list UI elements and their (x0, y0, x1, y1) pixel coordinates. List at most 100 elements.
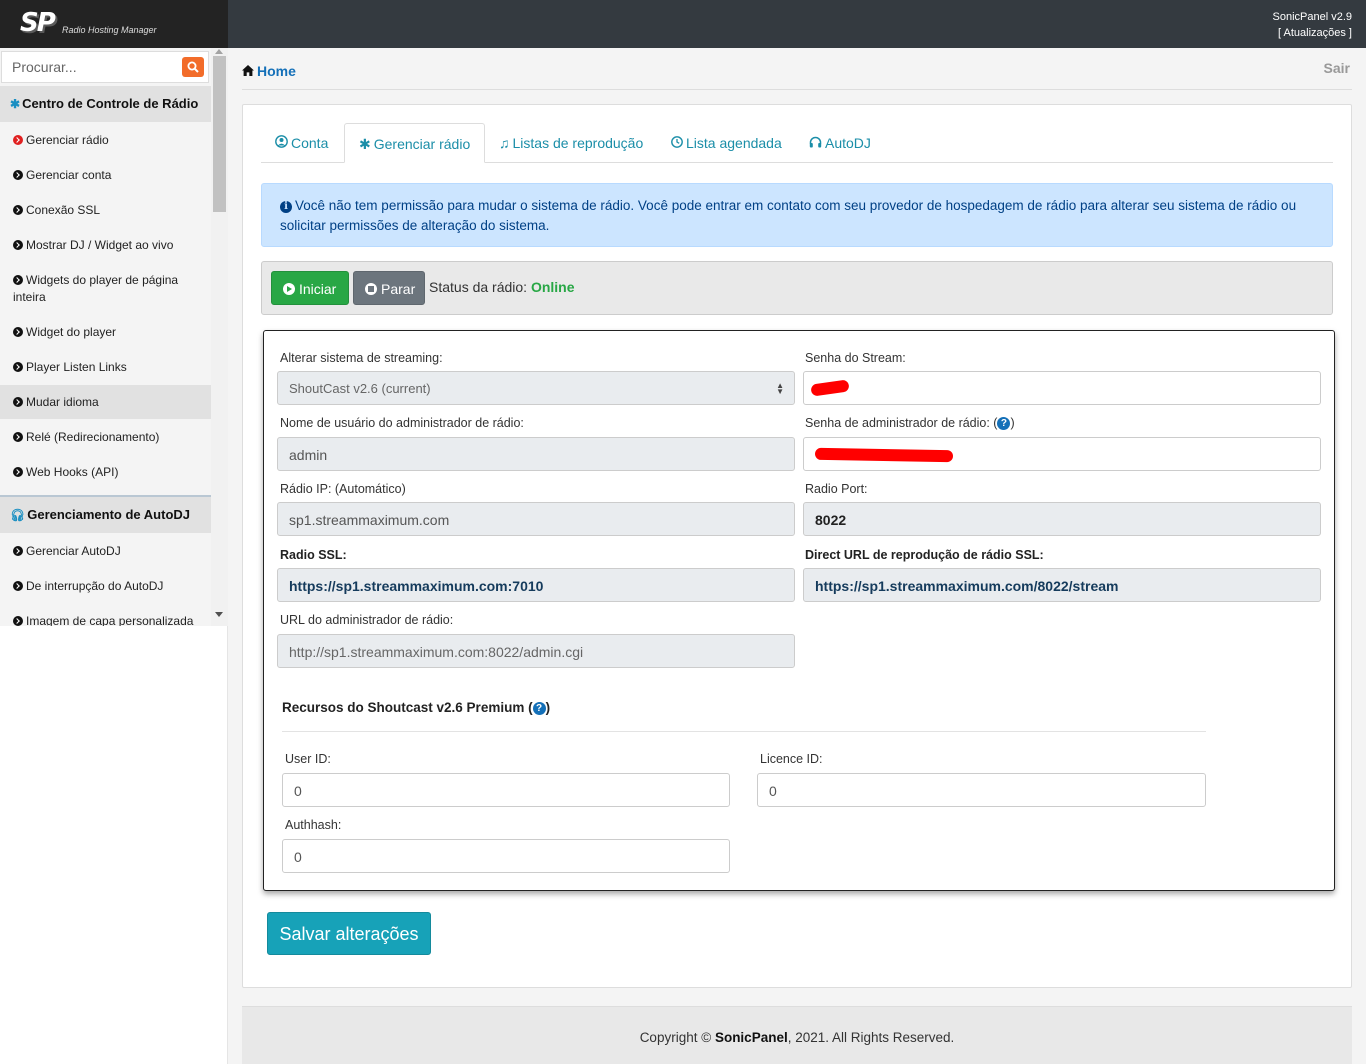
scroll-down-icon[interactable] (215, 612, 223, 617)
chevron-right-circle-icon (13, 397, 23, 407)
sidebar-item-fullpage-widgets[interactable]: Widgets do player de página inteira (0, 272, 200, 306)
sidebar-item-manage-account[interactable]: Gerenciar conta (0, 167, 211, 184)
licence-id-label: Licence ID: (760, 752, 823, 766)
radio-port-label: Radio Port: (805, 482, 868, 496)
admin-username-label: Nome de usuário do administrador de rádi… (280, 416, 524, 430)
streaming-system-select[interactable]: ShoutCast v2.6 (current) ▲ ▼ (277, 371, 795, 405)
licence-id-input[interactable]: 0 (757, 773, 1206, 807)
admin-password-field[interactable] (803, 437, 1321, 471)
radio-ip-field[interactable]: sp1.streammaximum.com (277, 502, 795, 536)
sidebar-item-label: Mudar idioma (26, 395, 99, 409)
admin-password-label: Senha de administrador de rádio: (?) (805, 416, 1015, 431)
sidebar-item-relay[interactable]: Relé (Redirecionamento) (0, 429, 211, 446)
tab-playlists[interactable]: ♫ Listas de reprodução (499, 123, 643, 163)
chevron-right-circle-icon (13, 275, 23, 285)
streaming-system-value: ShoutCast v2.6 (current) (289, 381, 431, 396)
breadcrumb: Home (242, 63, 296, 79)
chevron-right-circle-icon (13, 546, 23, 556)
user-id-input[interactable]: 0 (282, 773, 730, 807)
stop-button[interactable]: Parar (353, 271, 425, 305)
sidebar-section-autodj[interactable]: 🎧︎ Gerenciamento de AutoDJ (0, 497, 211, 533)
sidebar-item-listen-links[interactable]: Player Listen Links (0, 359, 211, 376)
sidebar-item-label: Conexão SSL (26, 203, 101, 217)
streaming-system-label: Alterar sistema de streaming: (280, 351, 443, 365)
search-box (1, 51, 209, 83)
chevron-right-circle-icon (13, 327, 23, 337)
search-input[interactable] (2, 52, 178, 82)
premium-section-title: Recursos do Shoutcast v2.6 Premium (?) (282, 700, 550, 716)
sidebar-item-manage-autodj[interactable]: Gerenciar AutoDJ (0, 543, 211, 560)
scroll-up-icon[interactable] (215, 49, 223, 54)
radio-ssl-value: https://sp1.streammaximum.com:7010 (289, 578, 544, 594)
sidebar-item-ssl[interactable]: Conexão SSL (0, 202, 211, 219)
sidebar-item-autodj-interrupt[interactable]: De interrupção do AutoDJ (0, 578, 211, 595)
admin-username-value: admin (289, 447, 328, 463)
sidebar-item-label: Imagem de capa personalizada (26, 614, 194, 626)
sidebar-item-label: Web Hooks (API) (26, 465, 119, 479)
admin-password-label-text: Senha de administrador de rádio: ( (805, 416, 998, 430)
radio-port-value: 8022 (815, 512, 847, 528)
sidebar-item-manage-radio[interactable]: Gerenciar rádio (0, 132, 211, 149)
chevron-right-circle-icon (13, 170, 23, 180)
user-circle-icon (275, 135, 288, 151)
chevron-right-circle-icon (13, 432, 23, 442)
tab-label: Gerenciar rádio (373, 136, 471, 152)
licence-id-value: 0 (769, 783, 777, 799)
tab-bar: Conta ✱ Gerenciar rádio ♫ Listas de reprod… (261, 123, 1333, 163)
tab-account[interactable]: Conta (275, 123, 328, 163)
updates-link[interactable]: [ Atualizações ] (1273, 25, 1352, 41)
admin-username-field[interactable]: admin (277, 437, 795, 471)
top-bar: SP Radio Hosting Manager SonicPanel v2.9… (0, 0, 1366, 48)
sidebar-scrollbar[interactable] (211, 48, 228, 626)
chevron-right-circle-icon (13, 240, 23, 250)
headphones-icon: 🎧︎ (10, 508, 26, 522)
sidebar-item-label: Relé (Redirecionamento) (26, 430, 160, 444)
permission-alert: i Você não tem permissão para mudar o sis… (261, 183, 1333, 247)
radio-port-field[interactable]: 8022 (803, 502, 1321, 536)
version-info: SonicPanel v2.9 [ Atualizações ] (1273, 9, 1353, 41)
tab-label: Conta (291, 135, 329, 151)
authhash-input[interactable]: 0 (282, 839, 730, 873)
radio-ssl-field[interactable]: https://sp1.streammaximum.com:7010 (277, 568, 795, 602)
chevron-right-circle-icon (13, 135, 23, 145)
manage-radio-card: Conta ✱ Gerenciar rádio ♫ Listas de reprod… (242, 104, 1352, 988)
sidebar-item-label: Gerenciar AutoDJ (26, 544, 121, 558)
start-button[interactable]: Iniciar (271, 271, 349, 305)
tab-label: Lista agendada (686, 135, 782, 151)
tab-autodj[interactable]: AutoDJ (809, 123, 871, 163)
sidebar-item-live-dj-widget[interactable]: Mostrar DJ / Widget ao vivo (0, 237, 211, 254)
authhash-value: 0 (294, 849, 302, 865)
footer-brand[interactable]: SonicPanel (715, 1030, 788, 1045)
sidebar-item-custom-cover[interactable]: Imagem de capa personalizada (0, 613, 211, 626)
chevron-right-circle-icon (13, 581, 23, 591)
chevron-right-circle-icon (13, 205, 23, 215)
search-button[interactable] (182, 57, 204, 77)
direct-url-label: Direct URL de reprodução de rádio SSL: (805, 548, 1044, 562)
tab-schedule[interactable]: Lista agendada (671, 123, 782, 163)
tab-manage-radio[interactable]: ✱ Gerenciar rádio (344, 123, 486, 163)
version-label: SonicPanel v2.9 (1272, 11, 1353, 23)
breadcrumb-home[interactable]: Home (257, 63, 296, 79)
sidebar-item-player-widget[interactable]: Widget do player (0, 324, 211, 341)
question-circle-icon[interactable]: ? (532, 702, 546, 715)
select-arrows-icon: ▲ ▼ (776, 381, 784, 396)
chevron-right-circle-icon (13, 362, 23, 372)
scroll-thumb[interactable] (213, 56, 226, 212)
save-changes-button[interactable]: Salvar alterações (267, 912, 431, 955)
sidebar-section-radio-control[interactable]: ✱ Centro de Controle de Rádio (0, 86, 211, 122)
user-id-value: 0 (294, 783, 302, 799)
stop-label: Parar (381, 281, 416, 297)
status-label: Status da rádio: (429, 279, 528, 295)
stream-password-field[interactable] (803, 371, 1321, 405)
status-badge: Online (530, 279, 575, 295)
sidebar-menu: ✱Centro de Controle de Rádio Gerenciar r… (0, 48, 211, 626)
sidebar-item-label: Player Listen Links (26, 360, 127, 374)
admin-url-field[interactable]: http://sp1.streammaximum.com:8022/admin.… (277, 634, 795, 668)
logo[interactable]: SP Radio Hosting Manager (0, 0, 228, 48)
question-circle-icon[interactable]: ? (997, 417, 1011, 430)
sidebar-item-web-hooks[interactable]: Web Hooks (API) (0, 464, 211, 481)
clock-icon (671, 135, 683, 151)
logout-link[interactable]: Sair (1324, 60, 1350, 76)
direct-url-field[interactable]: https://sp1.streammaximum.com/8022/strea… (803, 568, 1321, 602)
sidebar-item-change-language[interactable]: Mudar idioma (0, 385, 211, 419)
